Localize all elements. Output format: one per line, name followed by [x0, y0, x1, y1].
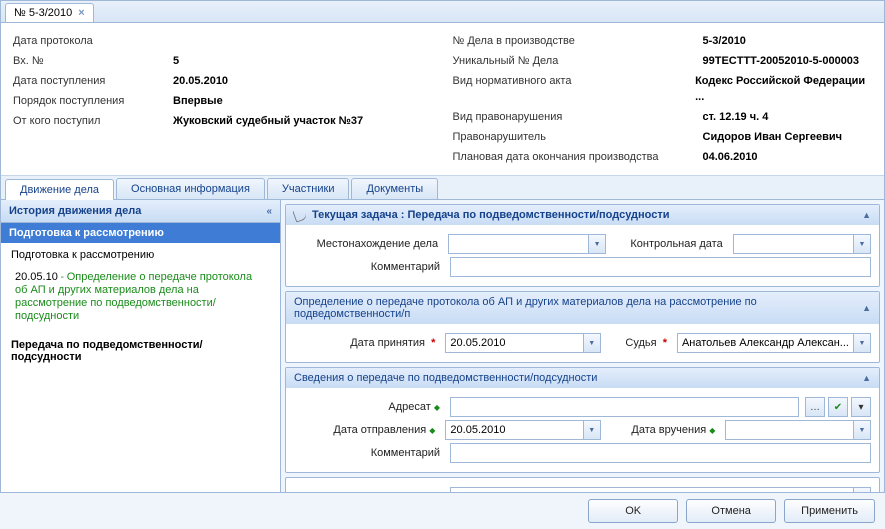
header-row: Порядок поступленияВпервые	[13, 91, 433, 111]
send-date-combo[interactable]: 20.05.2010▼	[445, 420, 600, 440]
header-row: Дата протокола	[13, 31, 433, 51]
decision-date-combo[interactable]: 20.05.2010▼	[445, 333, 600, 353]
chevron-down-icon[interactable]: ▼	[853, 235, 870, 253]
judge-label: Судья *	[613, 337, 671, 349]
collapse-toggle-icon[interactable]: ▲	[862, 210, 871, 220]
comment-input[interactable]	[450, 257, 871, 277]
collapse-toggle-icon[interactable]: ▲	[862, 303, 871, 313]
confirm-button[interactable]: ✔	[828, 397, 848, 417]
transfer-comment-input[interactable]	[450, 443, 871, 463]
header-value: 5	[173, 53, 179, 69]
header-value: 99TECTTT-20052010-5-000003	[703, 53, 860, 69]
header-label: Дата поступления	[13, 73, 173, 89]
chevron-down-icon[interactable]: ▼	[583, 421, 600, 439]
addressee-input[interactable]	[450, 397, 799, 417]
document-tab-bar: № 5-3/2010 ×	[1, 1, 884, 23]
chevron-down-icon[interactable]: ▼	[583, 334, 600, 352]
ok-button[interactable]: OK	[588, 499, 678, 523]
header-summary: Дата протоколаВх. №5Дата поступления20.0…	[1, 23, 884, 175]
header-label: От кого поступил	[13, 113, 173, 129]
chevron-down-icon[interactable]: ▼	[853, 334, 870, 352]
apply-button[interactable]: Применить	[784, 499, 875, 523]
tab-2[interactable]: Участники	[267, 178, 350, 199]
judge-combo[interactable]: Анатольев Александр Алексан...▼	[677, 333, 871, 353]
control-date-label: Контрольная дата	[618, 238, 727, 250]
location-combo[interactable]: ▼	[448, 234, 606, 254]
location-label: Местонахождение дела	[294, 238, 442, 250]
chevron-down-icon[interactable]: ▼	[853, 421, 870, 439]
header-row: Дата поступления20.05.2010	[13, 71, 433, 91]
header-row: Уникальный № Дела99TECTTT-20052010-5-000…	[453, 51, 873, 71]
cancel-button[interactable]: Отмена	[686, 499, 776, 523]
header-value: 20.05.2010	[173, 73, 228, 89]
sidebar-note-date: 20.05.10	[15, 271, 58, 283]
collapse-toggle-icon[interactable]: ▲	[862, 373, 871, 383]
recv-date-combo[interactable]: ▼	[725, 420, 871, 440]
main-form: Текущая задача : Передача по подведомств…	[281, 200, 884, 520]
header-row: ПравонарушительСидоров Иван Сергеевич	[453, 127, 873, 147]
header-label: Вид нормативного акта	[453, 73, 696, 105]
nav-tabs: Движение делаОсновная информацияУчастник…	[1, 175, 884, 200]
header-label: Вид правонарушения	[453, 109, 703, 125]
control-date-combo[interactable]: ▼	[733, 234, 871, 254]
header-label: Правонарушитель	[453, 129, 703, 145]
header-value: Сидоров Иван Сергеевич	[703, 129, 843, 145]
sidebar-item-prep[interactable]: Подготовка к рассмотрению	[1, 243, 280, 267]
header-row: Вид правонарушенияст. 12.19 ч. 4	[453, 107, 873, 127]
document-tab-title: № 5-3/2010	[14, 7, 72, 19]
lookup-button[interactable]: …	[805, 397, 825, 417]
sidebar-header: История движения дела «	[1, 200, 280, 223]
dropdown-button[interactable]: ▾	[851, 397, 871, 417]
transfer-panel-header: Сведения о передаче по подведомственност…	[286, 368, 879, 388]
transfer-comment-label: Комментарий	[294, 447, 444, 459]
comment-label: Комментарий	[294, 261, 444, 273]
header-row: Плановая дата окончания производства04.0…	[453, 147, 873, 167]
transfer-title: Сведения о передаче по подведомственност…	[294, 372, 597, 384]
tab-0[interactable]: Движение дела	[5, 179, 114, 200]
header-value: Впервые	[173, 93, 223, 109]
tab-3[interactable]: Документы	[351, 178, 438, 199]
recv-date-label: Дата вручения ◆	[613, 424, 720, 436]
sidebar: История движения дела « Подготовка к рас…	[1, 200, 281, 520]
task-panel-header: Текущая задача : Передача по подведомств…	[286, 205, 879, 225]
header-row: Вх. №5	[13, 51, 433, 71]
header-label: Уникальный № Дела	[453, 53, 703, 69]
close-icon[interactable]: ×	[78, 7, 84, 19]
header-row: № Дела в производстве5-3/2010	[453, 31, 873, 51]
header-label: № Дела в производстве	[453, 33, 703, 49]
sidebar-item-selected[interactable]: Подготовка к рассмотрению	[1, 223, 280, 243]
task-title: Текущая задача : Передача по подведомств…	[312, 209, 670, 221]
sidebar-item-transfer[interactable]: Передача по подведомственности/подсуднос…	[1, 331, 280, 371]
header-row: От кого поступилЖуковский судебный участ…	[13, 111, 433, 131]
tab-1[interactable]: Основная информация	[116, 178, 265, 199]
sidebar-title: История движения дела	[9, 205, 141, 217]
header-value: 04.06.2010	[703, 149, 758, 165]
send-date-label: Дата отправления ◆	[294, 424, 439, 436]
header-label: Плановая дата окончания производства	[453, 149, 703, 165]
chevron-down-icon[interactable]: ▼	[588, 235, 605, 253]
footer: OK Отмена Применить	[0, 492, 885, 529]
header-label: Вх. №	[13, 53, 173, 69]
header-row: Вид нормативного актаКодекс Российской Ф…	[453, 71, 873, 107]
header-value: 5-3/2010	[703, 33, 746, 49]
collapse-icon[interactable]: «	[266, 206, 272, 217]
addressee-label: Адресат ◆	[294, 401, 444, 413]
header-value: Жуковский судебный участок №37	[173, 113, 363, 129]
header-value: ст. 12.19 ч. 4	[703, 109, 769, 125]
decision-title: Определение о передаче протокола об АП и…	[294, 296, 856, 320]
header-label: Порядок поступления	[13, 93, 173, 109]
sidebar-note: 20.05.10 - Определение о передаче проток…	[1, 267, 280, 331]
header-label: Дата протокола	[13, 33, 173, 49]
decision-date-label: Дата принятия *	[294, 337, 439, 349]
document-tab[interactable]: № 5-3/2010 ×	[5, 3, 94, 22]
decision-panel-header: Определение о передаче протокола об АП и…	[286, 292, 879, 324]
header-value: Кодекс Российской Федерации ...	[695, 73, 872, 105]
clip-icon	[292, 207, 307, 222]
